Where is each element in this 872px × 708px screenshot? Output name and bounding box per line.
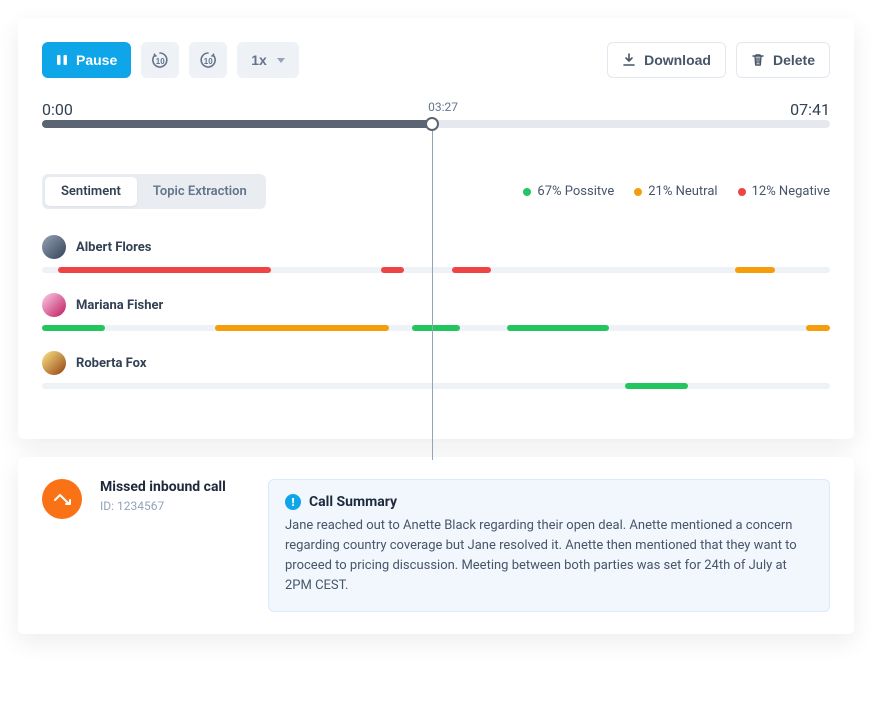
pause-icon	[56, 54, 68, 66]
avatar	[42, 351, 66, 375]
speaker-row: Roberta Fox	[42, 351, 830, 389]
skip-back-button[interactable]: 10	[141, 42, 179, 78]
speaker-name: Mariana Fisher	[76, 298, 163, 313]
summary-body: Jane reached out to Anette Black regardi…	[285, 516, 813, 597]
timeline: 0:00 03:27 07:41 Sentiment Topic Extract…	[42, 100, 830, 389]
time-end: 07:41	[790, 100, 830, 119]
sentiment-segment	[58, 267, 271, 273]
time-start: 0:00	[42, 100, 73, 119]
speed-label: 1x	[251, 52, 267, 68]
delete-label: Delete	[773, 52, 815, 68]
download-icon	[622, 53, 636, 67]
sentiment-lane	[42, 325, 830, 331]
time-current: 03:27	[428, 100, 458, 114]
speaker-head: Roberta Fox	[42, 351, 830, 375]
download-button[interactable]: Download	[607, 42, 726, 78]
tab-topic-extraction[interactable]: Topic Extraction	[137, 177, 263, 206]
sentiment-segment	[381, 267, 405, 273]
speaker-row: Albert Flores	[42, 235, 830, 273]
tab-sentiment[interactable]: Sentiment	[45, 177, 137, 206]
missed-call-icon	[42, 479, 82, 519]
sentiment-segment	[215, 325, 388, 331]
summary-card: Missed inbound call ID: 1234567 ! Call S…	[18, 457, 854, 634]
sentiment-lane	[42, 267, 830, 273]
speaker-name: Albert Flores	[76, 240, 151, 255]
sentiment-segment	[507, 325, 609, 331]
speaker-row: Mariana Fisher	[42, 293, 830, 331]
sentiment-segment	[452, 267, 491, 273]
skip-forward-icon: 10	[198, 50, 218, 70]
delete-button[interactable]: Delete	[736, 42, 830, 78]
chevron-down-icon	[277, 58, 285, 63]
seek-progress	[42, 120, 432, 128]
speakers-list: Albert Flores Mariana Fisher Roberta Fox	[42, 235, 830, 389]
speaker-head: Albert Flores	[42, 235, 830, 259]
missed-call-id: ID: 1234567	[100, 499, 250, 513]
info-icon: !	[285, 494, 301, 510]
legend-negative: 12% Negative	[738, 184, 830, 199]
pause-label: Pause	[76, 52, 117, 68]
sentiment-lane	[42, 383, 830, 389]
sentiment-segment	[412, 325, 459, 331]
playhead-line	[432, 120, 433, 460]
trash-icon	[751, 53, 765, 67]
missed-call-title: Missed inbound call	[100, 479, 250, 495]
dot-neutral-icon	[634, 188, 642, 196]
legend-positive: 67% Possitve	[523, 184, 614, 199]
sentiment-segment	[735, 267, 774, 273]
sentiment-legend: 67% Possitve 21% Neutral 12% Negative	[523, 184, 830, 199]
pause-button[interactable]: Pause	[42, 42, 131, 78]
dot-negative-icon	[738, 188, 746, 196]
analysis-tabs-row: Sentiment Topic Extraction 67% Possitve …	[42, 174, 830, 209]
summary-heading: Call Summary	[309, 494, 397, 510]
time-labels: 0:00 03:27 07:41	[42, 100, 830, 114]
avatar	[42, 293, 66, 317]
skip-back-icon: 10	[150, 50, 170, 70]
player-card: Pause 10 10 1x Download	[18, 18, 854, 439]
timeline-block: Sentiment Topic Extraction 67% Possitve …	[42, 120, 830, 389]
player-toolbar: Pause 10 10 1x Download	[42, 42, 830, 78]
speaker-head: Mariana Fisher	[42, 293, 830, 317]
sentiment-segment	[625, 383, 688, 389]
missed-call-meta: Missed inbound call ID: 1234567	[100, 479, 250, 513]
sentiment-segment	[806, 325, 830, 331]
download-label: Download	[644, 52, 711, 68]
skip-forward-button[interactable]: 10	[189, 42, 227, 78]
call-summary-box: ! Call Summary Jane reached out to Anett…	[268, 479, 830, 612]
sentiment-segment	[42, 325, 105, 331]
playhead-handle[interactable]	[425, 117, 439, 131]
analysis-tab-group: Sentiment Topic Extraction	[42, 174, 266, 209]
legend-neutral: 21% Neutral	[634, 184, 717, 199]
dot-positive-icon	[523, 188, 531, 196]
speaker-name: Roberta Fox	[76, 356, 146, 371]
avatar	[42, 235, 66, 259]
speed-select[interactable]: 1x	[237, 42, 299, 78]
